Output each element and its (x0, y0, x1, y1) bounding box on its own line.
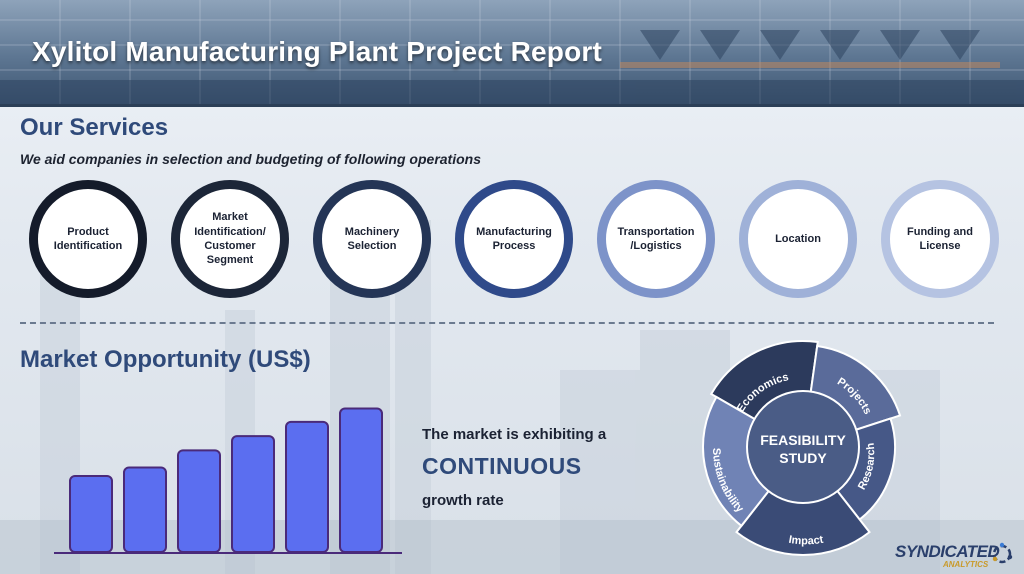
logo-icon (992, 542, 1013, 564)
market-line-1: The market is exhibiting a (422, 426, 607, 443)
chart-bar (339, 407, 383, 553)
page-title: Xylitol Manufacturing Plant Project Repo… (32, 36, 603, 67)
chart-bar (231, 435, 275, 553)
feasibility-center-line2: STUDY (779, 450, 827, 466)
feasibility-wheel: FEASIBILITY STUDY Economics Projects Res… (702, 340, 902, 556)
chart-bar (285, 420, 329, 553)
services-title: Our Services (20, 114, 169, 141)
service-circle-product-identification: Product Identification (29, 180, 147, 298)
service-circles: Product Identification Market Identifica… (0, 180, 1024, 298)
service-label: Manufacturing Process (476, 225, 552, 252)
service-circle-transportation-logistics: Transportation /Logistics (597, 180, 715, 298)
service-label: Product Identification (53, 225, 123, 252)
market-title: Market Opportunity (US$) (20, 346, 311, 373)
chart-bar (69, 475, 113, 553)
service-label: Market Identification/ Customer Segment (194, 211, 266, 267)
service-circle-manufacturing-process: Manufacturing Process (455, 180, 573, 298)
logo-subtext: ANALYTICS (943, 560, 989, 569)
segment-label-impact: Impact (788, 534, 825, 548)
chart-bar (177, 449, 221, 553)
logo-text: SYNDICATED (895, 542, 1000, 561)
market-bar-chart (54, 407, 402, 554)
services-subtitle: We aid companies in selection and budget… (20, 151, 481, 167)
service-label: Machinery Selection (344, 225, 400, 252)
section-divider (20, 322, 994, 324)
header-banner: Xylitol Manufacturing Plant Project Repo… (0, 0, 1024, 107)
service-label: Location (775, 232, 821, 245)
service-label: Transportation /Logistics (617, 225, 695, 252)
service-label: Funding and License (907, 225, 973, 252)
market-statement: The market is exhibiting a CONTINUOUS gr… (422, 426, 606, 509)
market-emphasis: CONTINUOUS (422, 453, 582, 479)
feasibility-center-line1: FEASIBILITY (760, 432, 846, 448)
service-circle-market-identification: Market Identification/ Customer Segment (171, 180, 289, 298)
chart-bar (123, 466, 167, 553)
service-circle-location: Location (739, 180, 857, 298)
service-circle-machinery-selection: Machinery Selection (313, 180, 431, 298)
service-circle-funding-license: Funding and License (881, 180, 999, 298)
syndicated-analytics-logo: SYNDICATED ANALYTICS (895, 540, 1017, 570)
market-line-3: growth rate (422, 492, 504, 509)
